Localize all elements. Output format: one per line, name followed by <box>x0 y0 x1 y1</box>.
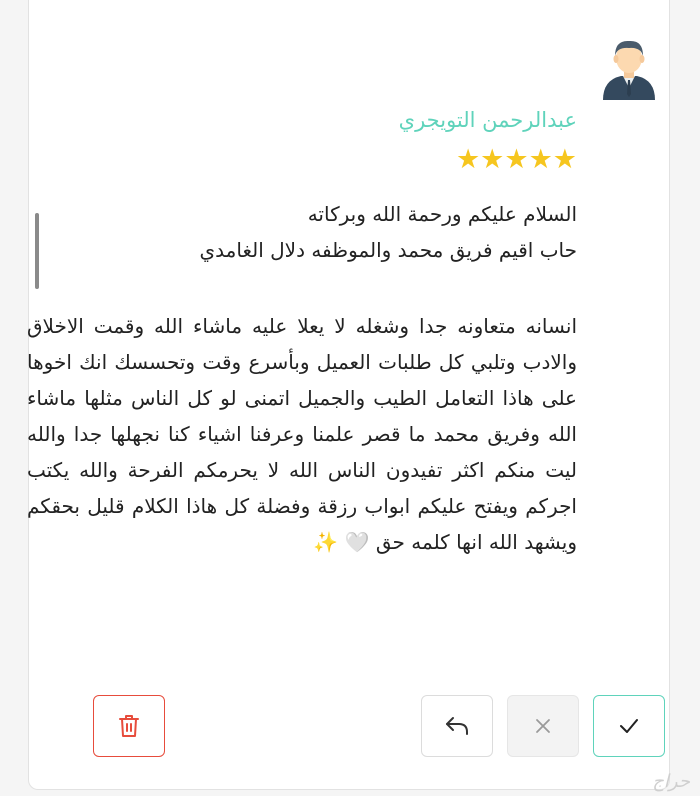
author-name[interactable]: عبدالرحمن التويجري <box>399 108 577 132</box>
check-icon <box>620 719 638 733</box>
approve-button[interactable] <box>593 695 665 757</box>
close-icon <box>536 719 550 733</box>
review-card: عبدالرحمن التويجري ★★★★★ السلام عليكم ور… <box>27 0 670 790</box>
delete-button[interactable] <box>93 695 165 757</box>
avatar <box>599 36 659 100</box>
reply-button[interactable] <box>421 695 493 757</box>
trash-icon <box>119 715 139 737</box>
greeting-line-2: حاب اقيم فريق محمد والموظفه دلال الغامدي <box>199 238 577 262</box>
reply-icon <box>446 717 468 735</box>
rating-stars: ★★★★★ <box>455 144 577 175</box>
review-body: انسانه متعاونه جدا وشغله لا يعلا عليه ما… <box>27 314 577 554</box>
review-greeting: السلام عليكم ورحمة الله وبركاته حاب اقيم… <box>17 196 577 268</box>
user-avatar-icon <box>603 40 655 100</box>
watermark: حراج <box>652 771 690 792</box>
greeting-line-1: السلام عليكم ورحمة الله وبركاته <box>307 202 577 226</box>
reject-button[interactable] <box>507 695 579 757</box>
